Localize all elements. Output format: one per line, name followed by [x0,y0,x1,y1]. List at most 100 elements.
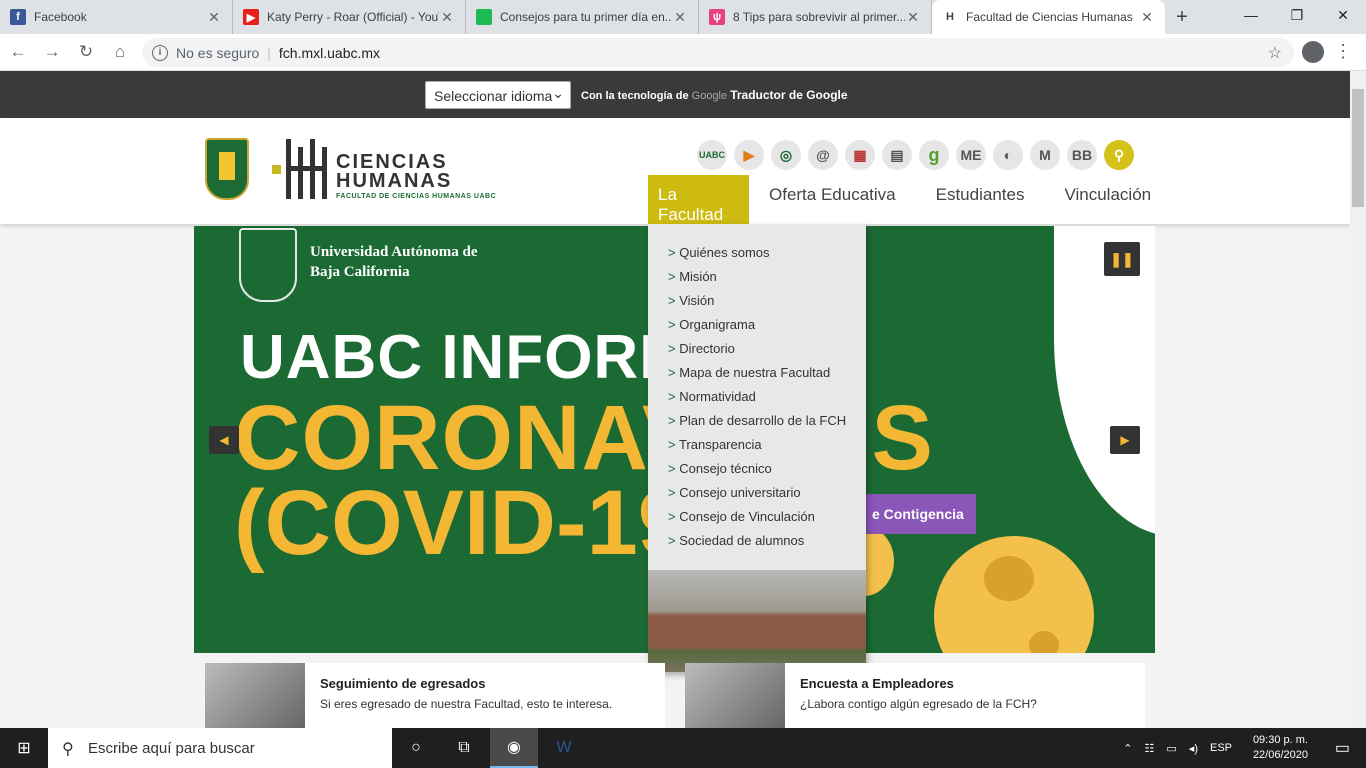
back-icon[interactable]: ← [2,36,34,68]
tab-strip: f Facebook ✕ ▶ Katy Perry - Roar (Official)… [0,0,1366,34]
page-scrollbar[interactable] [1350,71,1366,728]
nav-la-facultad[interactable]: La Facultad [648,175,749,224]
tips-icon: ψ [709,9,725,25]
nav-estudiantes[interactable]: Estudiantes [916,175,1045,224]
address-bar[interactable]: i No es seguro | fch.mxl.uabc.mx ☆ [142,38,1294,67]
logo-text[interactable]: CIENCIAS HUMANAS [336,152,452,191]
building-photo [648,570,866,672]
main-nav: La Facultad Oferta Educativa Estudiantes… [648,175,1171,224]
facultad-dropdown-menu: Quiénes somos Misión Visión Organigrama … [648,224,866,672]
next-slide-icon[interactable]: ▶ [1110,426,1140,454]
site-header: CIENCIAS HUMANAS FACULTAD DE CIENCIAS HUM… [0,118,1350,224]
close-window-button[interactable]: ✕ [1320,0,1366,30]
logo-subtitle: FACULTAD DE CIENCIAS HUMANAS UABC [336,193,497,200]
close-icon[interactable]: ✕ [672,9,688,26]
translate-credit: Con la tecnología de Google Traductor de… [581,88,848,102]
search-icon: ⚲ [62,741,74,758]
language-indicator[interactable]: ESP [1210,742,1232,754]
menu-item[interactable]: Visión [648,289,866,313]
word-icon[interactable]: W [540,728,588,768]
library-icon[interactable]: ◎ [771,140,801,170]
restore-button[interactable]: ❐ [1274,0,1320,30]
home-icon[interactable]: ⌂ [104,36,136,68]
pause-icon[interactable]: ❚❚ [1104,242,1140,276]
web-page: Seleccionar idioma Con la tecnología de … [0,71,1350,728]
taskbar-search[interactable]: ⚲ Escribe aquí para buscar [48,728,392,768]
url-text: fch.mxl.uabc.mx [278,44,381,61]
notification-icon[interactable]: ▭ [1335,738,1350,758]
close-icon[interactable]: ✕ [1139,9,1155,26]
menu-item[interactable]: Organigrama [648,313,866,337]
me-icon[interactable]: ME [956,140,986,170]
menu-item[interactable]: Quiénes somos [648,241,866,265]
menu-item[interactable]: Sociedad de alumnos [648,529,866,553]
fch-icon: H [946,11,954,23]
banner-line-1: UABC INFORM [240,323,692,392]
feature-cards: Seguimiento de egresados Si eres egresad… [205,663,1145,728]
tab-youtube[interactable]: ▶Katy Perry - Roar (Official) - YouTube✕ [233,0,466,34]
menu-item[interactable]: Normatividad [648,385,866,409]
volume-icon[interactable]: ◂) [1189,742,1198,755]
calendar-icon[interactable]: ▦ [845,140,875,170]
facebook-icon: f [10,9,26,25]
close-icon[interactable]: ✕ [439,9,455,26]
book-icon[interactable]: ▤ [882,140,912,170]
menu-item[interactable]: Misión [648,265,866,289]
menu-item[interactable]: Consejo universitario [648,481,866,505]
translate-bar: Seleccionar idioma Con la tecnología de … [0,71,1350,118]
banner-line-3: (COVID-19) [234,472,720,574]
browser-menu-icon[interactable]: ⋮ [1334,42,1352,60]
tab-fch[interactable]: H Facultad de Ciencias Humanas ✕ [932,0,1165,34]
info-icon[interactable]: i [152,44,168,61]
card-egresados[interactable]: Seguimiento de egresados Si eres egresad… [205,663,665,728]
forward-icon[interactable]: → [36,36,68,68]
blackboard-icon[interactable]: BB [1067,140,1097,170]
network-icon[interactable]: ☷ [1145,742,1155,755]
uabc-icon[interactable]: UABC [697,140,727,170]
minimize-button[interactable]: — [1228,0,1274,30]
close-icon[interactable]: ✕ [905,9,921,26]
tab-consejos[interactable]: Consejos para tu primer día en... ✕ [466,0,699,34]
new-tab-button[interactable]: + [1165,0,1199,34]
search-icon[interactable]: ⚲ [1104,140,1134,170]
quick-links: UABC ▶ ◎ @ ▦ ▤ g ME ◐ M BB ⚲ [697,140,1141,170]
battery-icon[interactable]: ▭ [1166,742,1176,755]
email-icon[interactable]: @ [808,140,838,170]
window-controls: — ❐ ✕ [1228,0,1366,30]
card-image [205,663,305,728]
menu-item[interactable]: Directorio [648,337,866,361]
nav-oferta-educativa[interactable]: Oferta Educativa [749,175,916,224]
tab-tips[interactable]: ψ8 Tips para sobrevivir al primer... ✕ [699,0,932,34]
browser-toolbar: ← → ↻ ⌂ i No es seguro | fch.mxl.uabc.mx… [0,34,1366,71]
youtube-icon: ▶ [243,9,259,25]
menu-item[interactable]: Mapa de nuestra Facultad [648,361,866,385]
menu-item[interactable]: Transparencia [648,433,866,457]
moodle-icon[interactable]: M [1030,140,1060,170]
tab-facebook[interactable]: f Facebook ✕ [0,0,233,34]
windows-taskbar: ⊞ ⚲ Escribe aquí para buscar ○ ⧉ ◉ W ⌃ ☷ … [0,728,1366,768]
menu-item[interactable]: Consejo de Vinculación [648,505,866,529]
uabc-seal-logo[interactable] [205,138,249,200]
menu-item[interactable]: Plan de desarrollo de la FCH [648,409,866,433]
chrome-icon[interactable]: ◉ [490,728,538,768]
gmail-icon[interactable]: g [919,140,949,170]
nav-vinculacion[interactable]: Vinculación [1044,175,1171,224]
chevron-up-icon[interactable]: ⌃ [1123,742,1132,755]
prev-slide-icon[interactable]: ◀ [209,426,239,454]
clock[interactable]: 09:30 p. m. 22/06/2020 [1253,733,1308,763]
windows-start-icon[interactable]: ⊞ [0,728,48,768]
card-empleadores[interactable]: Encuesta a Empleadores ¿Labora contigo a… [685,663,1145,728]
fch-logo-mark[interactable] [272,139,328,199]
uabc-seal-icon [239,228,297,302]
video-icon[interactable]: ▶ [734,140,764,170]
cortana-icon[interactable]: ○ [392,728,440,768]
profile-avatar[interactable] [1302,41,1324,63]
globe-icon[interactable]: ◐ [993,140,1023,170]
menu-item[interactable]: Consejo técnico [648,457,866,481]
language-select[interactable]: Seleccionar idioma [425,81,571,109]
bookmark-star-icon[interactable]: ☆ [1268,43,1282,63]
reload-icon[interactable]: ↻ [70,36,102,68]
close-icon[interactable]: ✕ [206,9,222,26]
doc-icon [476,9,492,25]
task-view-icon[interactable]: ⧉ [440,728,488,768]
